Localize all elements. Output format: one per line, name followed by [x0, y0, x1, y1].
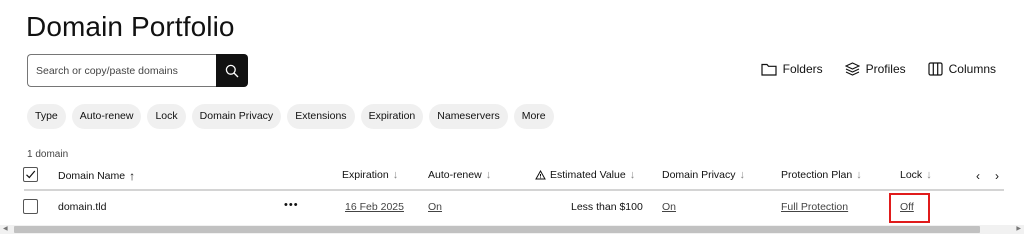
filter-chips: Type Auto-renew Lock Domain Privacy Exte…: [27, 104, 554, 129]
sort-down-icon: ↓: [856, 169, 862, 181]
column-header-lock[interactable]: Lock ↓: [900, 169, 932, 181]
search-icon: [225, 64, 239, 77]
estimated-value-header-label: Estimated Value: [550, 169, 626, 181]
page-title: Domain Portfolio: [26, 11, 235, 42]
column-header-expiration[interactable]: Expiration ↓: [342, 169, 398, 181]
scrollbar-thumb[interactable]: [14, 226, 980, 233]
sort-down-icon: ↓: [392, 169, 399, 181]
domain-privacy-link[interactable]: On: [662, 201, 676, 213]
row-checkbox[interactable]: [23, 199, 38, 214]
checkmark-icon: [26, 170, 36, 179]
search-button[interactable]: [216, 54, 248, 87]
domain-name-header-label: Domain Name: [58, 170, 126, 182]
auto-renew-header-label: Auto-renew: [428, 169, 482, 181]
warning-icon: [535, 170, 546, 180]
domain-count: 1 domain: [27, 149, 69, 160]
search-input[interactable]: [27, 54, 216, 87]
filter-more[interactable]: More: [513, 104, 554, 129]
row-more-actions-icon[interactable]: •••: [284, 199, 299, 211]
filter-nameservers[interactable]: Nameservers: [429, 104, 508, 129]
filter-domain-privacy[interactable]: Domain Privacy: [191, 104, 282, 129]
lock-highlight-box: [889, 193, 930, 223]
auto-renew-link[interactable]: On: [428, 201, 442, 213]
view-toolbar: Folders Profiles Columns: [739, 62, 996, 76]
filter-type[interactable]: Type: [27, 104, 66, 129]
estimated-value-cell: Less than $100: [571, 201, 643, 213]
scroll-left-arrow-icon[interactable]: ◀: [3, 225, 8, 234]
expiration-link[interactable]: 16 Feb 2025: [345, 201, 404, 213]
lock-header-label: Lock: [900, 169, 923, 181]
columns-label: Columns: [948, 62, 996, 76]
folder-icon: [761, 63, 777, 76]
table-header: Domain Name ↑ Expiration ↓ Auto-renew ↓ …: [0, 163, 1024, 189]
horizontal-scrollbar[interactable]: ◀ ▶: [0, 225, 1024, 234]
domain-name-cell[interactable]: domain.tld: [58, 201, 106, 213]
sort-down-icon: ↓: [926, 169, 932, 181]
protection-plan-header-label: Protection Plan: [781, 169, 853, 181]
search-bar: [27, 54, 248, 87]
sort-ascending-icon: ↑: [129, 169, 136, 183]
sort-down-icon: ↓: [485, 169, 492, 181]
column-header-auto-renew[interactable]: Auto-renew ↓: [428, 169, 491, 181]
scroll-columns-left-button[interactable]: ‹: [976, 169, 980, 183]
layers-icon: [844, 62, 860, 76]
sort-down-icon: ↓: [629, 169, 636, 181]
scroll-right-arrow-icon[interactable]: ▶: [1016, 225, 1021, 234]
folders-label: Folders: [782, 62, 823, 76]
select-all-checkbox[interactable]: [23, 167, 38, 182]
domain-privacy-header-label: Domain Privacy: [662, 169, 736, 181]
folders-button[interactable]: Folders: [761, 62, 823, 76]
profiles-button[interactable]: Profiles: [844, 62, 906, 76]
filter-lock[interactable]: Lock: [147, 104, 186, 129]
columns-button[interactable]: Columns: [928, 62, 996, 76]
filter-auto-renew[interactable]: Auto-renew: [71, 104, 142, 129]
column-header-protection-plan[interactable]: Protection Plan ↓: [781, 169, 862, 181]
expiration-header-label: Expiration: [342, 169, 389, 181]
table-row: domain.tld ••• 16 Feb 2025 On Less than …: [0, 195, 1024, 220]
profiles-label: Profiles: [865, 62, 906, 76]
column-header-domain-name[interactable]: Domain Name ↑: [58, 169, 135, 183]
columns-icon: [928, 62, 943, 76]
header-divider: [24, 189, 1004, 191]
filter-expiration[interactable]: Expiration: [360, 104, 424, 129]
protection-plan-link[interactable]: Full Protection: [781, 201, 848, 213]
sort-down-icon: ↓: [739, 169, 746, 181]
scroll-columns-right-button[interactable]: ›: [995, 169, 999, 183]
filter-extensions[interactable]: Extensions: [287, 104, 355, 129]
column-header-estimated-value[interactable]: Estimated Value ↓: [535, 169, 635, 181]
column-header-domain-privacy[interactable]: Domain Privacy ↓: [662, 169, 745, 181]
